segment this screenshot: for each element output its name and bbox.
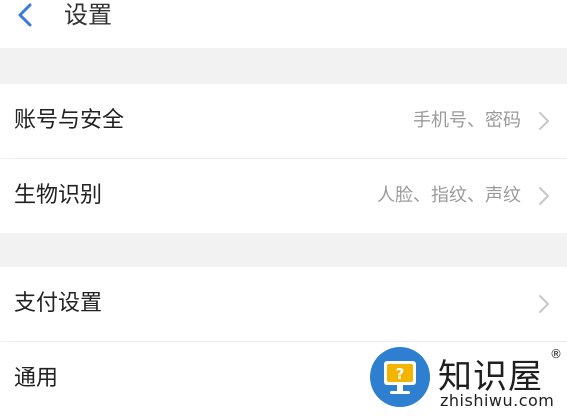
page-title: 设置 <box>64 1 112 29</box>
registered-mark: ® <box>550 347 562 361</box>
watermark-en: zhishiwu.com <box>440 391 555 410</box>
chevron-right-icon <box>539 187 549 205</box>
chevron-right-icon <box>539 112 549 130</box>
settings-row-payment[interactable]: 支付设置 <box>0 267 567 341</box>
chevron-right-icon <box>539 295 549 313</box>
watermark: ? 知识屋 ® zhishiwu.com <box>368 345 567 413</box>
settings-row-biometrics[interactable]: 生物识别 人脸、指纹、声纹 <box>0 159 567 233</box>
question-monitor-logo-icon: ? <box>370 347 430 407</box>
row-label: 通用 <box>14 366 59 391</box>
row-value: 手机号、密码 <box>413 110 521 131</box>
top-bar: 设置 <box>0 0 567 48</box>
settings-row-account-security[interactable]: 账号与安全 手机号、密码 <box>0 84 567 158</box>
chevron-left-icon[interactable] <box>14 2 36 28</box>
row-value: 人脸、指纹、声纹 <box>377 185 521 206</box>
row-label: 账号与安全 <box>14 108 125 133</box>
row-label: 生物识别 <box>14 183 103 208</box>
svg-text:?: ? <box>396 365 405 383</box>
row-label: 支付设置 <box>14 291 103 316</box>
